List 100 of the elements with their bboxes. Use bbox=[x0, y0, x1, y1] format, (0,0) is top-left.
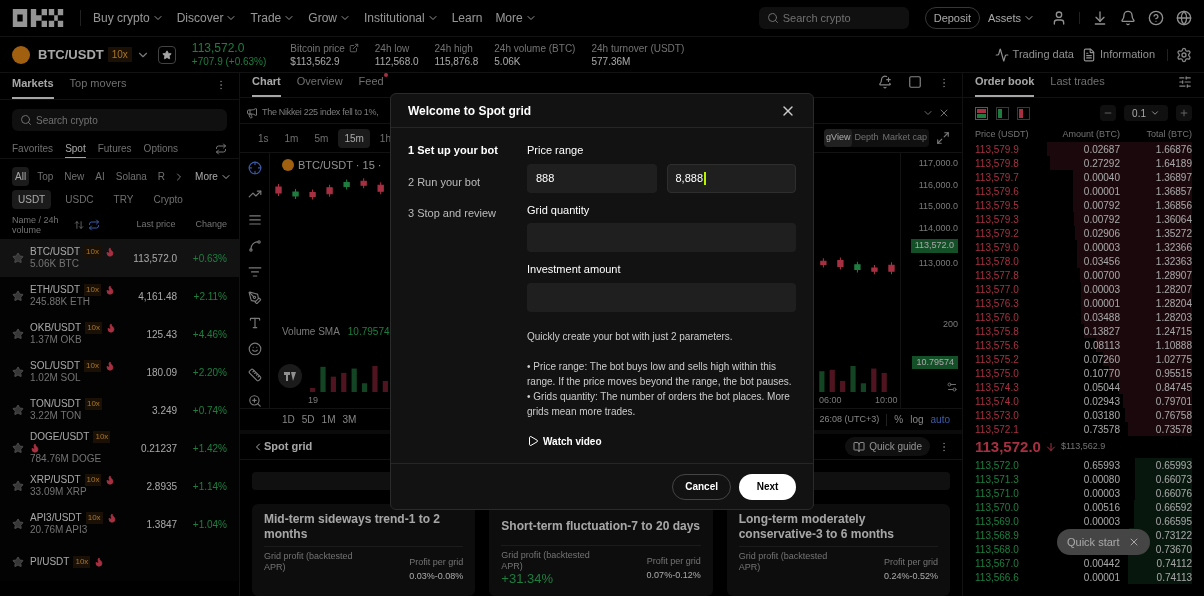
market-type-tab[interactable]: Favorites bbox=[12, 139, 54, 158]
range-button[interactable]: 5D bbox=[301, 412, 315, 427]
star-icon[interactable] bbox=[12, 328, 24, 340]
panel-tab[interactable]: Top movers bbox=[69, 74, 127, 99]
megaphone-icon[interactable] bbox=[246, 106, 258, 119]
header-link[interactable]: Trading data bbox=[994, 46, 1074, 63]
sliders-icon[interactable] bbox=[1178, 75, 1192, 89]
step-tab[interactable]: 3 Stop and review bbox=[408, 205, 527, 222]
pen-icon[interactable] bbox=[246, 290, 263, 305]
min-price-field[interactable]: 888 bbox=[527, 163, 657, 193]
chart-tab[interactable]: Overview bbox=[296, 72, 343, 97]
bell-icon[interactable] bbox=[1120, 10, 1136, 26]
search-icon[interactable] bbox=[20, 114, 32, 126]
range-button[interactable]: 1M bbox=[321, 412, 336, 427]
step-tab[interactable]: 2 Run your bot bbox=[408, 173, 527, 190]
star-icon[interactable] bbox=[12, 556, 24, 568]
scale-toggle[interactable]: % bbox=[894, 412, 904, 427]
next-button[interactable]: Next bbox=[739, 473, 796, 500]
range-button[interactable]: 1D bbox=[282, 412, 295, 427]
market-type-tab[interactable]: Spot bbox=[65, 139, 86, 158]
download-icon[interactable] bbox=[1092, 10, 1108, 26]
star-icon[interactable] bbox=[12, 366, 24, 378]
settings-icon[interactable] bbox=[946, 381, 958, 393]
document-icon[interactable] bbox=[1081, 47, 1096, 62]
timeframe-tab[interactable]: 1m bbox=[278, 128, 305, 148]
strategy-card[interactable]: Mid-term sideways trend-1 to 2 months Grid profit (backtested APR) Profit per grid 0.03%-0.08% bbox=[252, 504, 476, 596]
nav-menu-item[interactable]: Buy crypto bbox=[93, 9, 164, 27]
strategy-card[interactable]: Long-term moderately conservative-3 to 6 months Grid profit (backtested APR) Profit per grid 0.24%-0.52% bbox=[726, 504, 950, 596]
column-header[interactable]: Last price bbox=[136, 218, 176, 232]
category-chip[interactable]: Solana bbox=[112, 167, 150, 186]
market-type-tab[interactable]: Options bbox=[143, 139, 179, 158]
timeframe-tab[interactable]: 15m bbox=[338, 128, 370, 148]
smiley-icon[interactable] bbox=[246, 342, 263, 357]
timeframe-tab[interactable]: 1h bbox=[373, 128, 397, 148]
quote-chip[interactable]: USDC bbox=[59, 190, 100, 209]
zoom-icon[interactable] bbox=[246, 394, 263, 409]
category-chip[interactable]: Top bbox=[34, 167, 57, 186]
assets-menu[interactable]: Assets bbox=[988, 9, 1035, 27]
search-icon[interactable] bbox=[766, 12, 779, 24]
quick-guide-button[interactable]: Quick guide bbox=[845, 437, 930, 456]
expand-icon[interactable] bbox=[936, 131, 950, 145]
nav-menu-item[interactable]: More bbox=[495, 9, 537, 27]
nav-menu-item[interactable]: Trade bbox=[250, 9, 296, 27]
back-link[interactable]: Spot grid bbox=[252, 438, 313, 455]
favorite-button[interactable] bbox=[157, 45, 176, 64]
watch-video-link[interactable]: Watch video bbox=[527, 433, 602, 449]
ruler-icon[interactable] bbox=[246, 368, 263, 383]
timeframe-tab[interactable]: 5m bbox=[308, 128, 335, 148]
header-link[interactable]: Information bbox=[1081, 46, 1155, 63]
star-icon[interactable] bbox=[12, 404, 24, 416]
sort-icon[interactable] bbox=[74, 220, 84, 230]
scale-toggle[interactable]: log bbox=[910, 412, 924, 427]
both-sides-icon[interactable] bbox=[975, 106, 988, 120]
quote-chip[interactable]: Crypto bbox=[147, 190, 189, 209]
asks-only-icon[interactable] bbox=[1017, 106, 1030, 120]
quick-start-toast[interactable]: Quick start bbox=[1057, 529, 1150, 555]
step-tab[interactable]: 1 Set up your bot bbox=[408, 142, 527, 159]
star-icon[interactable] bbox=[12, 442, 24, 454]
swap-icon[interactable] bbox=[88, 219, 100, 231]
panel-tab[interactable]: Markets bbox=[12, 74, 54, 99]
bids-only-icon[interactable] bbox=[996, 106, 1009, 120]
more-menu[interactable]: More bbox=[195, 169, 232, 184]
range-button[interactable]: 3M bbox=[342, 412, 357, 427]
market-row[interactable]: BTC/USDT 10x 5.06K BTC 113,572.0 +0.63% bbox=[0, 239, 239, 277]
step-select[interactable]: 0.1 bbox=[1124, 105, 1168, 121]
nav-menu-item[interactable]: Grow bbox=[308, 9, 351, 27]
star-icon[interactable] bbox=[12, 252, 24, 264]
lines-icon[interactable] bbox=[246, 212, 263, 227]
nav-menu-item[interactable]: Institutional bbox=[363, 9, 439, 27]
help-icon[interactable] bbox=[1148, 10, 1164, 26]
chart-view-tab[interactable]: Market cap bbox=[880, 129, 929, 147]
column-header[interactable]: Name / 24h volume bbox=[12, 215, 70, 235]
quote-chip[interactable]: TRY bbox=[107, 190, 140, 209]
pair-name[interactable]: BTC/USDT bbox=[38, 44, 104, 65]
star-icon[interactable] bbox=[12, 480, 24, 492]
nav-menu-item[interactable]: Learn bbox=[451, 9, 483, 27]
logo-icon[interactable] bbox=[12, 9, 64, 27]
list-icon[interactable] bbox=[246, 264, 263, 279]
settings-icon[interactable] bbox=[1176, 46, 1192, 63]
chevron-down-icon[interactable] bbox=[1150, 108, 1160, 118]
user-icon[interactable] bbox=[1051, 10, 1067, 26]
column-header[interactable]: Change bbox=[195, 218, 227, 232]
category-chip[interactable]: AI bbox=[92, 167, 108, 186]
crosshair-icon[interactable] bbox=[246, 161, 263, 175]
category-chip[interactable]: New bbox=[61, 167, 88, 186]
max-price-field[interactable]: 8,888 bbox=[666, 163, 796, 193]
play-icon[interactable] bbox=[527, 435, 539, 447]
search-field[interactable]: Search crypto bbox=[758, 7, 909, 29]
market-type-tab[interactable]: Futures bbox=[97, 139, 132, 158]
swap-icon[interactable] bbox=[215, 142, 227, 155]
globe-icon[interactable] bbox=[1176, 10, 1192, 26]
nav-menu-item[interactable]: Discover bbox=[176, 9, 238, 27]
quote-chip[interactable]: USDT bbox=[12, 190, 52, 209]
category-chip[interactable]: All bbox=[12, 167, 30, 186]
chart-view-tab[interactable]: Depth bbox=[852, 129, 881, 147]
panel-tab[interactable]: Order book bbox=[975, 73, 1035, 97]
star-icon[interactable] bbox=[12, 518, 24, 530]
chart-view-tab[interactable]: gView bbox=[824, 129, 853, 147]
search-field[interactable]: Search crypto bbox=[12, 109, 227, 131]
category-chip[interactable]: R bbox=[154, 167, 169, 186]
